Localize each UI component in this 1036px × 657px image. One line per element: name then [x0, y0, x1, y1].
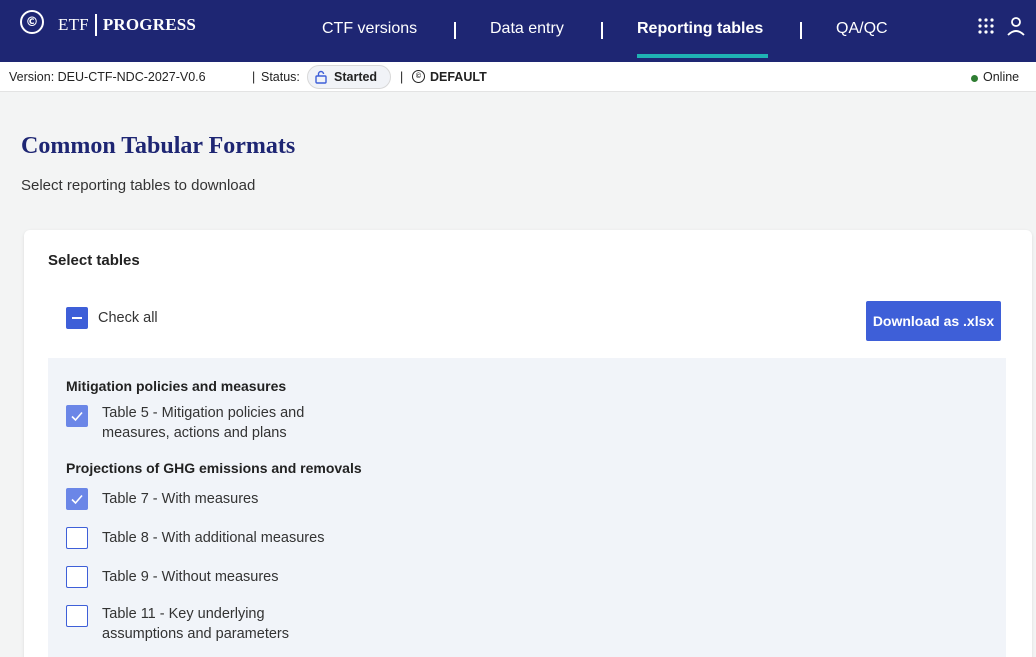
nav-ctf-versions[interactable]: CTF versions: [322, 20, 417, 38]
workspace-name: DEFAULT: [430, 70, 487, 84]
table-11-checkbox[interactable]: [66, 605, 88, 627]
table-9-checkbox[interactable]: [66, 566, 88, 588]
group-heading-projections: Projections of GHG emissions and removal…: [66, 460, 362, 476]
nav-reporting-tables[interactable]: Reporting tables: [637, 20, 763, 38]
check-all-checkbox[interactable]: [66, 307, 88, 329]
brand-name: PROGRESS: [102, 15, 197, 34]
apps-grid-icon[interactable]: [977, 17, 995, 35]
group-heading-mitigation: Mitigation policies and measures: [66, 378, 287, 394]
connection-status: Online: [983, 70, 1020, 84]
table-5-label[interactable]: Table 5 - Mitigation policies and measur…: [102, 403, 304, 443]
brand-separator: [94, 14, 97, 36]
table-11-label-line2: assumptions and parameters: [102, 626, 289, 642]
download-xlsx-button[interactable]: Download as .xlsx: [866, 301, 1001, 341]
table-5-label-line2: measures, actions and plans: [102, 425, 287, 441]
table-8-label[interactable]: Table 8 - With additional measures: [102, 528, 324, 548]
nav-divider: [800, 22, 802, 39]
status-separator: |: [400, 70, 404, 84]
minus-icon: [72, 317, 82, 319]
status-label: Status:: [261, 70, 300, 84]
table-5-checkbox[interactable]: [66, 405, 88, 427]
page-subtitle: Select reporting tables to download: [21, 177, 256, 194]
brand-prefix: ETF: [58, 15, 89, 34]
table-5-label-line1: Table 5 - Mitigation policies and: [102, 405, 305, 421]
table-7-checkbox[interactable]: [66, 488, 88, 510]
page-title: Common Tabular Formats: [21, 133, 296, 159]
checkmark-icon: [71, 494, 83, 505]
table-8-checkbox[interactable]: [66, 527, 88, 549]
table-7-label[interactable]: Table 7 - With measures: [102, 489, 258, 509]
unlock-icon: [315, 70, 327, 84]
top-navigation-bar: © ETF PROGRESS CTF versions Data entry R…: [0, 0, 1036, 62]
table-11-label-line1: Table 11 - Key underlying: [102, 606, 265, 622]
nav-qa-qc[interactable]: QA/QC: [836, 20, 888, 38]
status-chip: Started: [307, 65, 391, 89]
status-separator: |: [252, 70, 256, 84]
version-text: Version: DEU-CTF-NDC-2027-V0.6: [9, 70, 206, 84]
checkmark-icon: [71, 411, 83, 422]
user-account-icon[interactable]: [1005, 15, 1027, 37]
status-value: Started: [334, 70, 378, 84]
table-9-label[interactable]: Table 9 - Without measures: [102, 567, 279, 587]
active-tab-indicator: [637, 54, 768, 58]
nav-divider: [454, 22, 456, 39]
workspace-logo-icon: ©: [412, 70, 425, 83]
card-title: Select tables: [48, 252, 140, 269]
table-11-label[interactable]: Table 11 - Key underlying assumptions an…: [102, 604, 289, 644]
nav-data-entry[interactable]: Data entry: [490, 20, 564, 38]
version-status-bar: Version: DEU-CTF-NDC-2027-V0.6 | Status:…: [0, 62, 1036, 92]
nav-divider: [601, 22, 603, 39]
select-tables-card: Select tables Check all Download as .xls…: [24, 230, 1032, 657]
check-all-label[interactable]: Check all: [98, 308, 158, 328]
unfccc-logo: ©: [20, 10, 44, 34]
tables-list-panel: Mitigation policies and measures Table 5…: [48, 358, 1006, 657]
app-brand[interactable]: ETF PROGRESS: [58, 14, 196, 36]
online-status-dot: [971, 75, 978, 82]
